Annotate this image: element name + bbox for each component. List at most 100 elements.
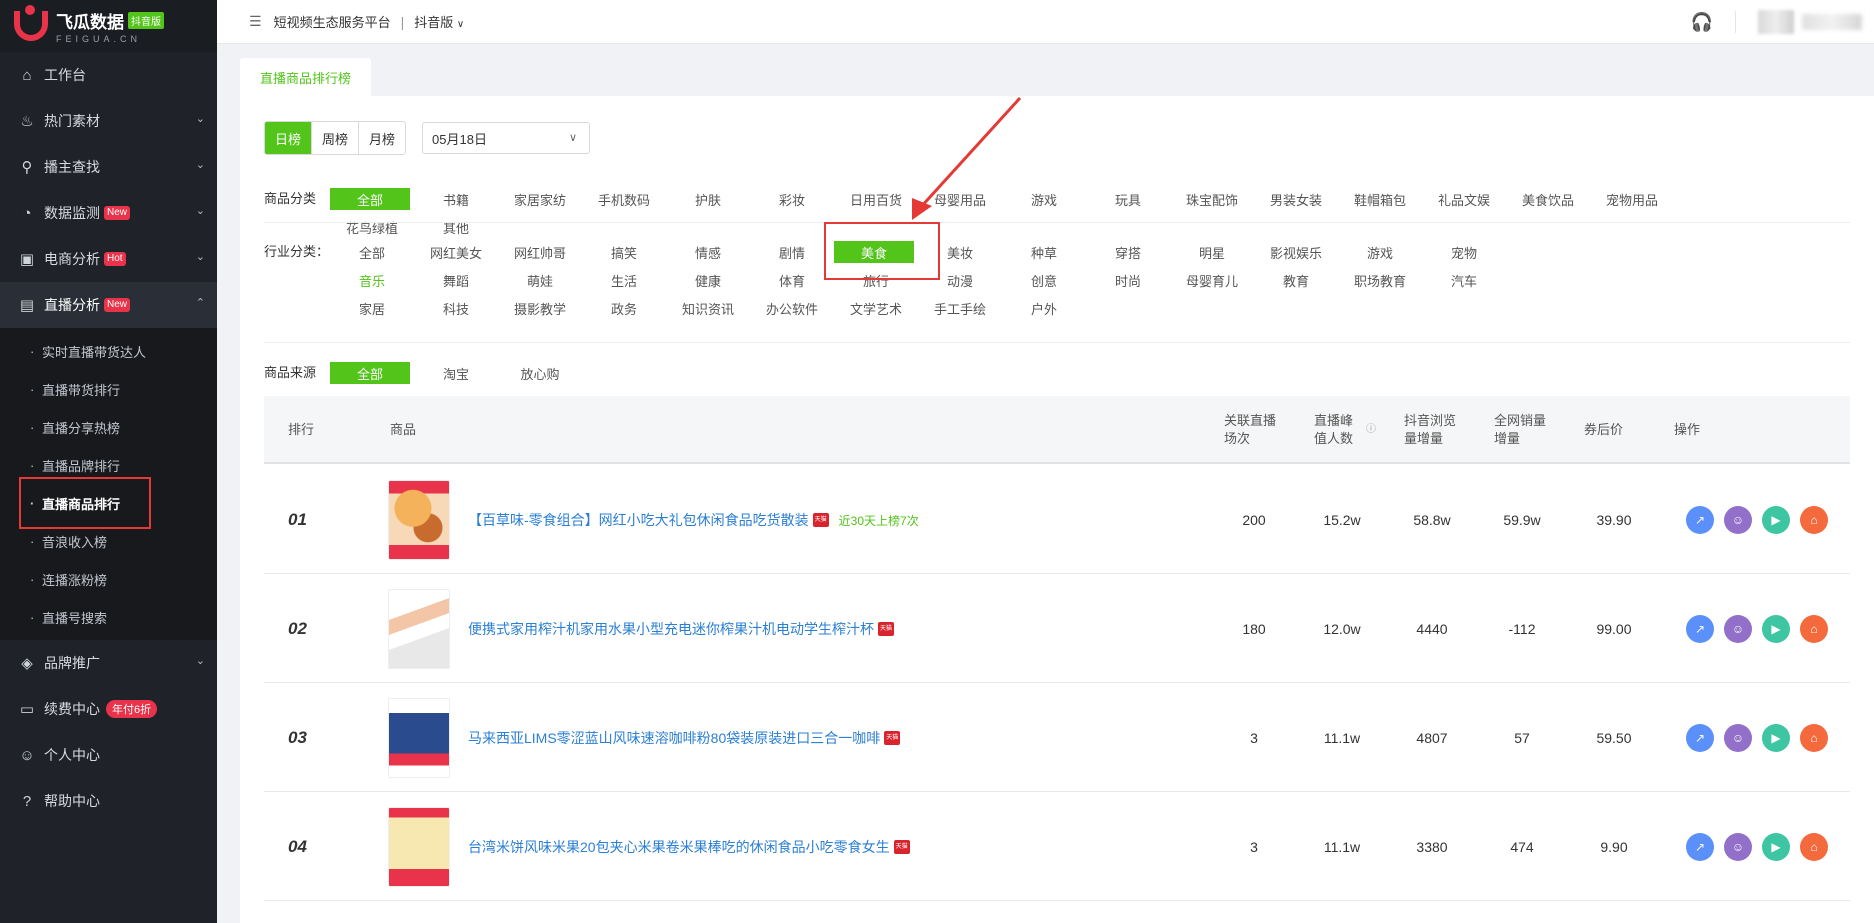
industry-chip[interactable]: 音乐 [330, 269, 414, 291]
industry-chip[interactable]: 手工手绘 [918, 297, 1002, 319]
industry-chip[interactable]: 文学艺术 [834, 297, 918, 319]
sidebar-item-workbench[interactable]: ⌂ 工作台 [0, 52, 217, 98]
category-chip[interactable]: 宠物用品 [1590, 188, 1674, 210]
header-sales[interactable]: 全网销量增量 [1494, 396, 1556, 464]
avatar[interactable] [1758, 10, 1794, 34]
category-chip[interactable]: 书籍 [414, 188, 498, 210]
sidebar-sub-item-active[interactable]: 直播商品排行 [0, 477, 217, 529]
category-chip[interactable]: 鞋帽箱包 [1338, 188, 1422, 210]
sidebar-sub-item[interactable]: 直播号搜索 [0, 598, 217, 636]
tab-live-product-rank[interactable]: 直播商品排行榜 [240, 58, 372, 96]
industry-chip[interactable]: 职场教育 [1338, 269, 1422, 291]
sidebar-item-live-analysis[interactable]: ▤ 直播分析 New ⌃ [0, 282, 217, 328]
category-chip[interactable]: 全部 [330, 188, 410, 210]
industry-chip[interactable]: 创意 [1002, 269, 1086, 291]
sidebar-sub-item[interactable]: 音浪收入榜 [0, 522, 217, 560]
industry-chip[interactable]: 健康 [666, 269, 750, 291]
industry-chip[interactable]: 知识资讯 [666, 297, 750, 319]
industry-chip[interactable]: 教育 [1254, 269, 1338, 291]
sidebar-item-help[interactable]: ? 帮助中心 [0, 778, 217, 824]
product-image[interactable] [388, 698, 450, 778]
video-icon[interactable]: ▶ [1762, 615, 1790, 643]
category-chip[interactable]: 男装女装 [1254, 188, 1338, 210]
industry-chip[interactable]: 搞笑 [582, 241, 666, 263]
industry-chip[interactable]: 家居 [330, 297, 414, 319]
industry-chip[interactable]: 宠物 [1422, 241, 1506, 263]
version-select[interactable]: 抖音版 ∨ [414, 12, 464, 31]
username[interactable] [1802, 14, 1862, 30]
anchor-icon[interactable]: ☺ [1724, 615, 1752, 643]
industry-chip[interactable]: 户外 [1002, 297, 1086, 319]
product-name-link[interactable]: 台湾米饼风味米果20包夹心米果卷米果棒吃的休闲食品小吃零食女生 天猫 [468, 793, 910, 901]
product-image[interactable] [388, 480, 450, 560]
category-chip[interactable]: 玩具 [1086, 188, 1170, 210]
product-name-link[interactable]: 马来西亚LIMS零涩蓝山风味速溶咖啡粉80袋装原装进口三合一咖啡 天猫 [468, 684, 901, 792]
industry-chip[interactable]: 情感 [666, 241, 750, 263]
category-chip[interactable]: 手机数码 [582, 188, 666, 210]
anchor-icon[interactable]: ☺ [1724, 506, 1752, 534]
category-chip[interactable]: 花鸟绿植 [330, 216, 414, 238]
date-select[interactable]: 05月18日 ∨ [422, 122, 591, 154]
industry-chip[interactable]: 网红帅哥 [498, 241, 582, 263]
industry-chip[interactable]: 剧情 [750, 241, 834, 263]
sidebar-sub-item[interactable]: 直播带货排行 [0, 370, 217, 408]
category-chip[interactable]: 珠宝配饰 [1170, 188, 1254, 210]
category-chip[interactable]: 家居家纺 [498, 188, 582, 210]
product-name[interactable]: 台湾米饼风味米果20包夹心米果卷米果棒吃的休闲食品小吃零食女生 [468, 837, 890, 857]
industry-chip[interactable]: 舞蹈 [414, 269, 498, 291]
trend-chart-icon[interactable]: ↗ [1686, 615, 1714, 643]
product-name-link[interactable]: 【百草味-零食组合】网红小吃大礼包休闲食品吃货散装 天猫 近30天上榜7次 [468, 466, 919, 574]
sidebar-item-ecommerce[interactable]: ▣ 电商分析 Hot ⌄ [0, 236, 217, 282]
industry-chip[interactable]: 体育 [750, 269, 834, 291]
industry-chip[interactable]: 游戏 [1338, 241, 1422, 263]
header-live-sessions[interactable]: 关联直播场次 [1224, 396, 1286, 464]
category-chip[interactable]: 美食饮品 [1506, 188, 1590, 210]
menu-toggle-icon[interactable]: ☰ [249, 13, 262, 30]
logo[interactable]: 飞瓜数据 抖音版 FEIGUA.CN [0, 0, 217, 52]
product-image[interactable] [388, 807, 450, 887]
period-daily-button[interactable]: 日榜 [265, 122, 313, 154]
trend-chart-icon[interactable]: ↗ [1686, 833, 1714, 861]
sidebar-sub-item[interactable]: 直播分享热榜 [0, 408, 217, 446]
source-chip[interactable]: 淘宝 [414, 362, 498, 384]
product-name[interactable]: 便携式家用榨汁机家用水果小型充电迷你榨果汁机电动学生榨汁杯 [468, 619, 874, 639]
header-peak-viewers[interactable]: 直播峰值人数 ⓘ [1314, 396, 1376, 464]
shop-icon[interactable]: ⌂ [1800, 724, 1828, 752]
sidebar-item-renewal[interactable]: ▭ 续费中心 年付6折 [0, 686, 217, 732]
header-views[interactable]: 抖音浏览量增量 [1404, 396, 1466, 464]
industry-chip[interactable]: 母婴育儿 [1170, 269, 1254, 291]
industry-chip[interactable]: 萌娃 [498, 269, 582, 291]
industry-chip[interactable]: 办公软件 [750, 297, 834, 319]
sidebar-item-brand-promo[interactable]: ◈ 品牌推广 ⌄ [0, 640, 217, 686]
industry-chip[interactable]: 生活 [582, 269, 666, 291]
shop-icon[interactable]: ⌂ [1800, 833, 1828, 861]
headset-icon[interactable]: 🎧 [1691, 12, 1713, 33]
product-name-link[interactable]: 便携式家用榨汁机家用水果小型充电迷你榨果汁机电动学生榨汁杯 天猫 [468, 575, 894, 683]
product-image[interactable] [388, 589, 450, 669]
category-chip[interactable]: 游戏 [1002, 188, 1086, 210]
category-chip[interactable]: 母婴用品 [918, 188, 1002, 210]
header-price[interactable]: 券后价 [1584, 396, 1623, 464]
industry-chip[interactable]: 时尚 [1086, 269, 1170, 291]
sidebar-sub-item[interactable]: 连播涨粉榜 [0, 560, 217, 598]
industry-chip[interactable]: 全部 [330, 241, 414, 263]
period-weekly-button[interactable]: 周榜 [312, 122, 360, 154]
industry-chip[interactable]: 明星 [1170, 241, 1254, 263]
anchor-icon[interactable]: ☺ [1724, 833, 1752, 861]
sidebar-item-hot-material[interactable]: ♨ 热门素材 ⌄ [0, 98, 217, 144]
shop-icon[interactable]: ⌂ [1800, 615, 1828, 643]
category-chip[interactable]: 礼品文娱 [1422, 188, 1506, 210]
product-name[interactable]: 【百草味-零食组合】网红小吃大礼包休闲食品吃货散装 [468, 510, 809, 530]
video-icon[interactable]: ▶ [1762, 506, 1790, 534]
trend-chart-icon[interactable]: ↗ [1686, 506, 1714, 534]
industry-chip[interactable]: 摄影教学 [498, 297, 582, 319]
sidebar-sub-item[interactable]: 实时直播带货达人 [0, 332, 217, 370]
video-icon[interactable]: ▶ [1762, 833, 1790, 861]
shop-icon[interactable]: ⌂ [1800, 506, 1828, 534]
source-chip[interactable]: 全部 [330, 362, 410, 384]
product-name[interactable]: 马来西亚LIMS零涩蓝山风味速溶咖啡粉80袋装原装进口三合一咖啡 [468, 728, 880, 748]
trend-chart-icon[interactable]: ↗ [1686, 724, 1714, 752]
industry-chip[interactable]: 穿搭 [1086, 241, 1170, 263]
video-icon[interactable]: ▶ [1762, 724, 1790, 752]
category-chip[interactable]: 彩妆 [750, 188, 834, 210]
